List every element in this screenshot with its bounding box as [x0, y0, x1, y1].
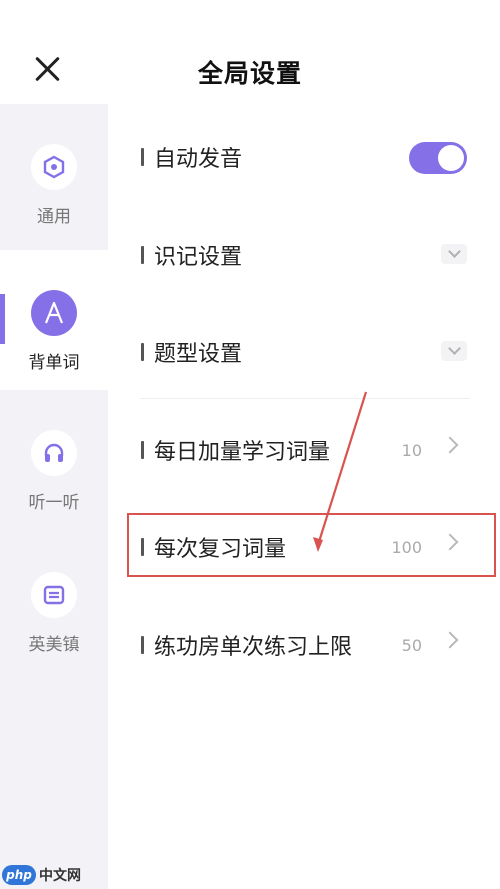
setting-label: 自动发音 — [154, 147, 243, 172]
setting-memorize[interactable]: 识记设置 — [108, 206, 500, 302]
page-title: 全局设置 — [197, 59, 302, 88]
active-indicator — [0, 294, 5, 344]
setting-value: 10 — [401, 441, 422, 460]
sidebar-item-vocabulary[interactable]: 背单词 — [0, 250, 108, 390]
section-marker — [141, 636, 144, 654]
setting-label: 识记设置 — [154, 245, 243, 270]
setting-auto-pronounce: 自动发音 — [108, 108, 500, 204]
sidebar: 通用 背单词 听一听 英美镇 — [0, 104, 108, 889]
toggle-knob — [438, 145, 464, 171]
setting-question-type[interactable]: 题型设置 — [108, 303, 500, 399]
sidebar-item-label: 英美镇 — [28, 635, 80, 655]
sidebar-item-town[interactable]: 英美镇 — [0, 532, 108, 672]
sidebar-item-label: 听一听 — [28, 493, 80, 513]
chevron-right-icon — [441, 631, 459, 649]
sidebar-item-label: 通用 — [37, 207, 71, 227]
section-marker — [141, 148, 144, 166]
header: 全局设置 — [0, 0, 500, 104]
sidebar-item-general[interactable]: 通用 — [0, 104, 108, 244]
setting-value: 50 — [401, 636, 422, 655]
headphones-icon — [31, 430, 77, 476]
news-icon — [31, 572, 77, 618]
highlight-box — [127, 513, 496, 577]
section-marker — [141, 246, 144, 264]
hexagon-settings-icon — [31, 144, 77, 190]
chevron-right-icon — [441, 436, 459, 454]
auto-pronounce-toggle[interactable] — [409, 142, 467, 174]
setting-label: 练功房单次练习上限 — [154, 635, 353, 660]
settings-page: 全局设置 通用 背单词 听一听 英美镇 自动发音 识记设置 题型设置 每日加量学… — [0, 0, 500, 889]
section-marker — [141, 343, 144, 361]
watermark-text: 中文网 — [39, 868, 81, 884]
sidebar-item-label: 背单词 — [28, 353, 80, 373]
watermark: php 中文网 — [2, 862, 81, 888]
chevron-down-icon[interactable] — [441, 244, 467, 264]
setting-label: 题型设置 — [154, 342, 243, 367]
section-marker — [141, 441, 144, 459]
letter-a-icon — [31, 290, 77, 336]
divider — [140, 398, 470, 399]
sidebar-item-listen[interactable]: 听一听 — [0, 390, 108, 530]
setting-practice-limit[interactable]: 练功房单次练习上限 50 — [108, 596, 500, 692]
php-logo: php — [2, 865, 36, 885]
chevron-down-icon[interactable] — [441, 341, 467, 361]
setting-daily-add[interactable]: 每日加量学习词量 10 — [108, 401, 500, 497]
setting-label: 每日加量学习词量 — [154, 440, 331, 465]
